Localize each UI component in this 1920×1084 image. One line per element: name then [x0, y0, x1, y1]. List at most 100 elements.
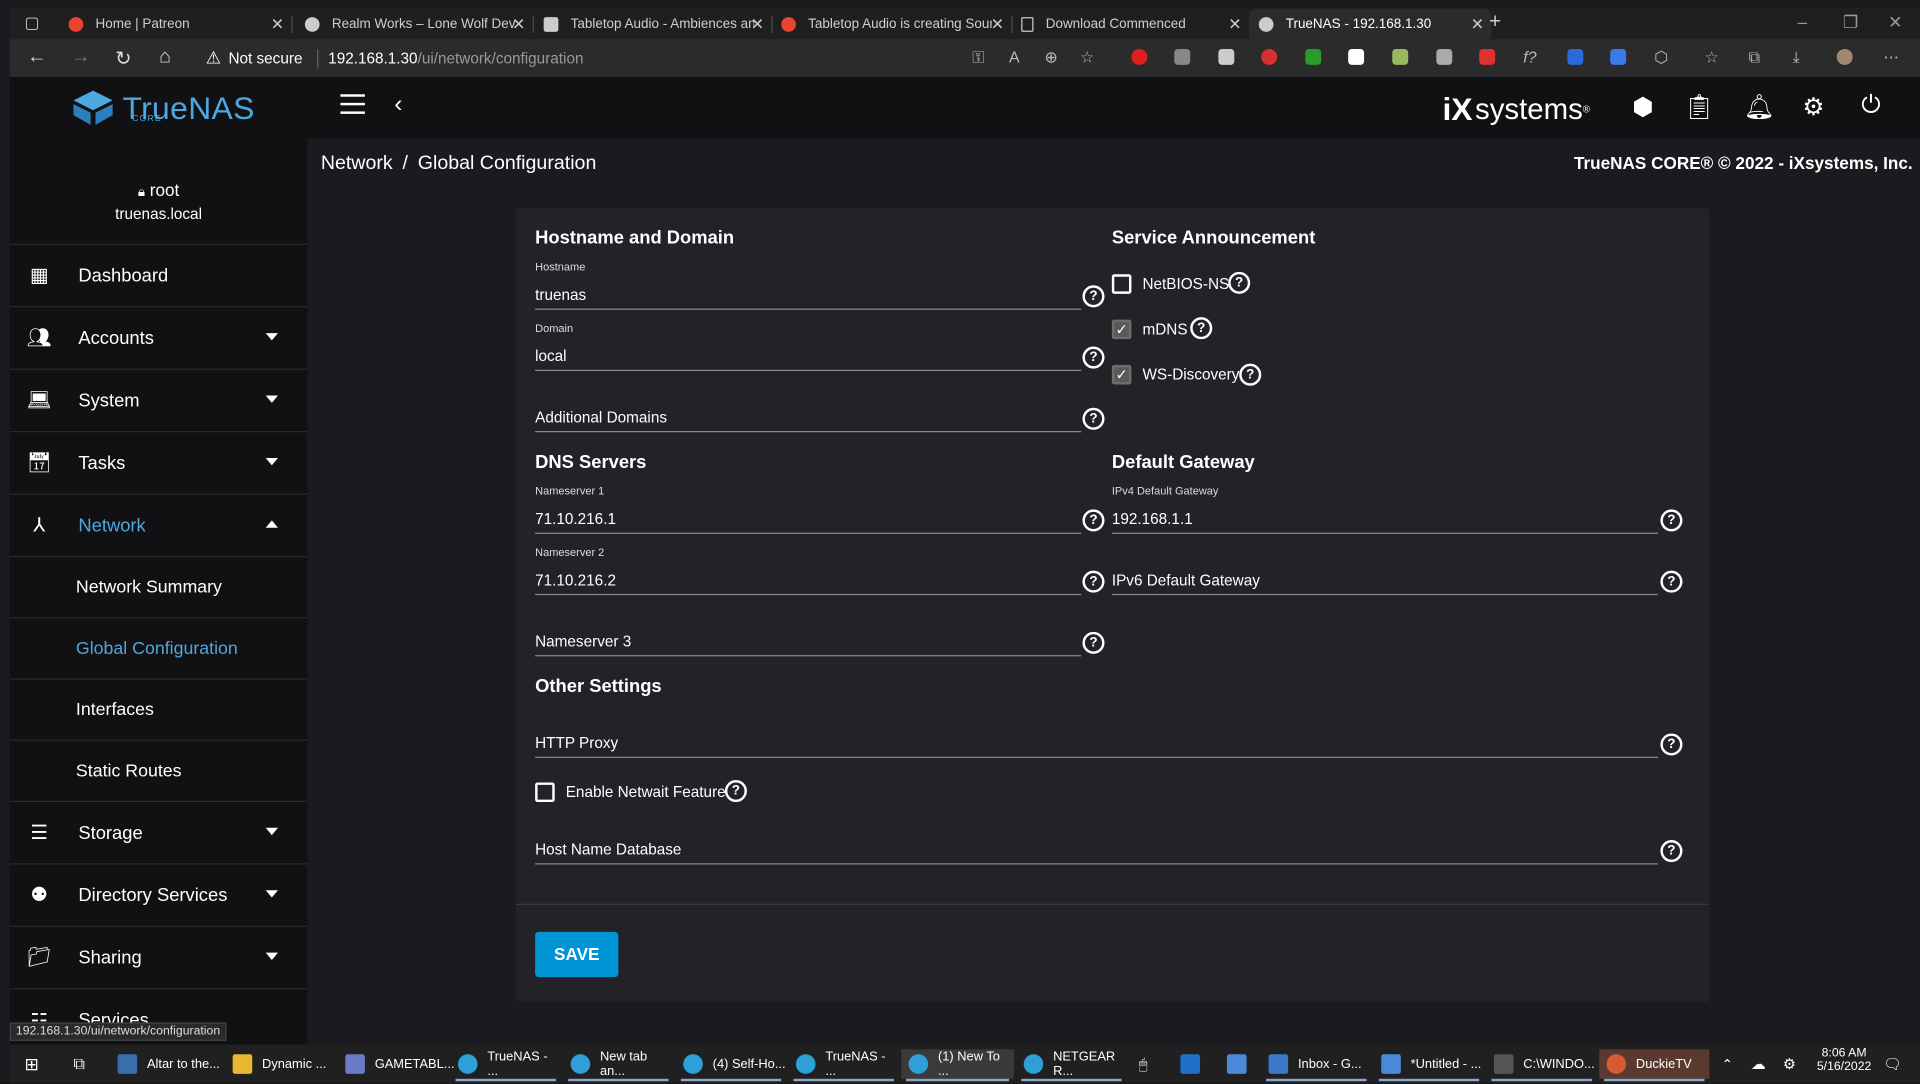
hostname-field[interactable]: Hostname truenas	[535, 261, 1082, 310]
settings-gear-icon[interactable]: ⚙	[1802, 92, 1824, 123]
more-icon[interactable]: ⋯	[1883, 48, 1899, 68]
tab-patreon[interactable]: Home | Patreon ✕	[59, 9, 293, 40]
domain-field[interactable]: Domain local	[535, 322, 1082, 372]
taskbar-item[interactable]: Dynamic ...	[225, 1049, 335, 1078]
mouse-app-icon[interactable]: 🖱︎	[1131, 1049, 1160, 1078]
minimize-icon[interactable]: –	[1798, 12, 1808, 32]
extension-red-icon[interactable]	[1131, 48, 1148, 65]
store-icon[interactable]	[1220, 1049, 1249, 1078]
downloads-icon[interactable]: ⤓	[1793, 48, 1800, 68]
extension-check-icon[interactable]	[1218, 48, 1235, 65]
breadcrumb-network[interactable]: Network	[321, 153, 393, 174]
help-icon[interactable]: ?	[1660, 840, 1683, 863]
url-field[interactable]: ⚠ Not secure 192.168.1.30 /ui/network/co…	[206, 43, 1124, 74]
help-icon[interactable]: ?	[1082, 570, 1105, 593]
adblock-icon[interactable]	[1261, 48, 1278, 65]
mdns-checkbox[interactable]: ✓	[1111, 319, 1132, 340]
extension-color-icon[interactable]	[1392, 48, 1409, 65]
help-icon[interactable]: ?	[1082, 285, 1105, 308]
close-icon[interactable]: ✕	[1471, 15, 1484, 35]
extension-plus-icon[interactable]	[1348, 48, 1365, 65]
truecommand-icon[interactable]: ⬢	[1632, 92, 1653, 123]
sidebar-item-accounts[interactable]: 👥︎ Accounts	[9, 307, 308, 370]
help-icon[interactable]: ?	[1239, 363, 1262, 386]
notifications-bell-icon[interactable]: 🔔︎	[1744, 92, 1775, 123]
new-tab-icon[interactable]: +	[1489, 10, 1501, 34]
settings-tray-icon[interactable]: ⚙	[1776, 1049, 1800, 1078]
sidebar-item-dashboard[interactable]: ▦ Dashboard	[9, 245, 308, 308]
sidebar-item-storage[interactable]: ☰ Storage	[9, 802, 308, 865]
nameserver1-field[interactable]: Nameserver 1 71.10.216.1	[535, 485, 1082, 534]
menu-toggle-icon[interactable]	[340, 94, 365, 120]
tab-tabletop-audio[interactable]: Tabletop Audio - Ambiences and ✕	[534, 9, 773, 40]
tab-tabletop-audio-patreon[interactable]: Tabletop Audio is creating Sound ✕	[771, 9, 1013, 40]
help-icon[interactable]: ?	[1190, 317, 1213, 340]
close-icon[interactable]: ✕	[991, 15, 1004, 35]
extension-gray-icon[interactable]	[1174, 48, 1191, 65]
clipboard-icon[interactable]: 📋︎	[1684, 92, 1715, 123]
help-icon[interactable]: ?	[1082, 631, 1105, 654]
extension-fx-icon[interactable]: f?	[1523, 48, 1536, 66]
close-icon[interactable]: ✕	[751, 15, 764, 35]
additional-domains-field[interactable]: Additional Domains	[535, 400, 1082, 433]
close-icon[interactable]: ✕	[1228, 15, 1241, 35]
http-proxy-field[interactable]: HTTP Proxy	[535, 726, 1658, 758]
sidebar-subitem-interfaces[interactable]: Interfaces	[9, 680, 308, 741]
netwait-checkbox[interactable]	[535, 782, 555, 803]
taskbar-item[interactable]: *Untitled - ...	[1374, 1049, 1484, 1082]
netbios-checkbox[interactable]	[1111, 274, 1132, 294]
tab-realm-works[interactable]: Realm Works – Lone Wolf Devel ✕	[295, 9, 534, 40]
power-icon[interactable]: ⏻	[1861, 92, 1880, 120]
collections-icon[interactable]: ⧉	[1749, 48, 1760, 68]
taskbar-item[interactable]: Inbox - G...	[1261, 1049, 1371, 1082]
host-name-database-field[interactable]: Host Name Database	[535, 833, 1658, 865]
sidebar-item-services[interactable]: ☷ Services	[10, 989, 308, 1051]
close-icon[interactable]: ✕	[271, 15, 284, 35]
profile-avatar[interactable]	[1836, 48, 1853, 65]
taskbar-item[interactable]: GAMETABL...	[338, 1049, 454, 1078]
help-icon[interactable]: ?	[1082, 346, 1105, 369]
ixsystems-logo[interactable]: iX systems ®	[1442, 91, 1590, 129]
help-icon[interactable]: ?	[1660, 570, 1683, 593]
nameserver2-field[interactable]: Nameserver 2 71.10.216.2	[535, 546, 1082, 596]
taskbar-item[interactable]: TrueNAS - ...	[789, 1049, 899, 1082]
start-button-icon[interactable]: ⊞	[17, 1049, 49, 1078]
sidebar-item-system[interactable]: 💻︎ System	[9, 370, 308, 433]
sidebar-subitem-network-summary[interactable]: Network Summary	[9, 557, 308, 619]
help-icon[interactable]: ?	[1228, 271, 1251, 294]
extension-green-icon[interactable]	[1305, 48, 1322, 65]
help-icon[interactable]: ?	[1082, 509, 1105, 532]
taskbar-item[interactable]: (4) Self-Ho...	[676, 1049, 786, 1082]
read-aloud-icon[interactable]: A	[1009, 48, 1020, 66]
help-icon[interactable]: ?	[1082, 407, 1105, 430]
sidebar-item-sharing[interactable]: 📁︎ Sharing	[9, 927, 308, 990]
home-icon[interactable]: ⌂	[159, 47, 171, 69]
clock[interactable]: 8:06 AM 5/16/2022	[1805, 1047, 1883, 1074]
help-icon[interactable]: ?	[724, 780, 747, 803]
extensions-icon[interactable]: ⬡	[1654, 48, 1668, 68]
key-icon[interactable]: ⚿	[972, 48, 984, 68]
close-window-icon[interactable]: ✕	[1888, 12, 1902, 33]
forward-icon[interactable]: →	[71, 47, 91, 69]
extension-chat-icon[interactable]	[1436, 48, 1453, 65]
taskbar-item[interactable]: New tab an...	[563, 1049, 673, 1082]
tray-chevron-up-icon[interactable]: ⌃	[1714, 1049, 1738, 1078]
extension-bird-icon[interactable]	[1610, 48, 1627, 65]
outlook-icon[interactable]	[1173, 1049, 1202, 1078]
ipv4-gateway-field[interactable]: IPv4 Default Gateway 192.168.1.1	[1111, 485, 1658, 534]
onedrive-icon[interactable]: ☁	[1744, 1049, 1768, 1078]
notifications-icon[interactable]: 🗨︎	[1876, 1049, 1905, 1078]
refresh-icon[interactable]: ↻	[115, 47, 131, 71]
sidebar-subitem-static-routes[interactable]: Static Routes	[9, 741, 308, 803]
taskbar-item[interactable]: Altar to the...	[110, 1049, 223, 1078]
back-icon[interactable]: ←	[27, 47, 47, 69]
close-icon[interactable]: ✕	[512, 15, 525, 35]
extension-blue-icon[interactable]	[1567, 48, 1584, 65]
sidebar-item-directory-services[interactable]: ⚉ Directory Services	[9, 864, 308, 927]
sidebar-item-tasks[interactable]: 📅︎ Tasks	[9, 432, 308, 495]
task-view-icon[interactable]: ⧉	[66, 1049, 98, 1078]
sidebar-item-network[interactable]: ⅄ Network	[9, 495, 308, 558]
help-icon[interactable]: ?	[1660, 509, 1683, 532]
taskbar-item-active[interactable]: (1) New To ...	[901, 1049, 1014, 1082]
extension-pen-icon[interactable]	[1479, 48, 1496, 65]
